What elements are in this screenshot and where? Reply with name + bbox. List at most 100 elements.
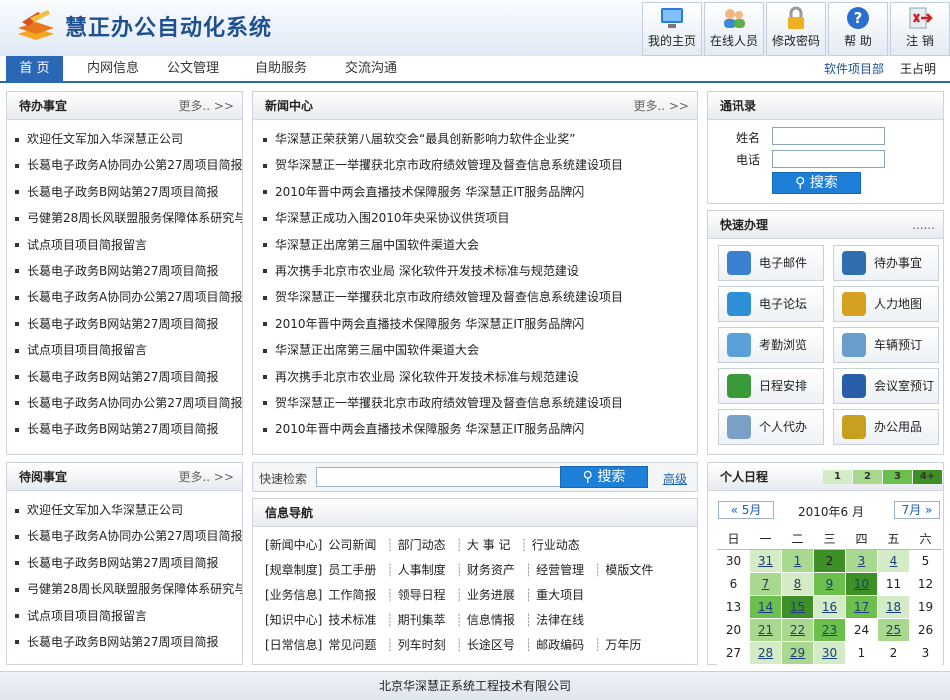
infonav-link[interactable]: 业务进展: [467, 583, 515, 608]
infonav-link[interactable]: 信息情报: [467, 608, 515, 633]
name-field[interactable]: [772, 127, 885, 145]
search-input[interactable]: [316, 467, 561, 487]
toolbar-button-3[interactable]: ? 帮 助: [828, 2, 888, 56]
infonav-link[interactable]: 大 事 记: [467, 533, 511, 558]
prev-month-button[interactable]: « 5月: [718, 501, 774, 519]
quick-button-7[interactable]: 会议室预订: [833, 368, 939, 404]
infonav-link[interactable]: 财务资产: [467, 558, 515, 583]
phone-field[interactable]: [772, 150, 885, 168]
list-item[interactable]: 再次携手北京市农业局 深化软件开发技术标准与规范建设: [263, 364, 697, 390]
list-item[interactable]: 欢迎任文军加入华深慧正公司: [15, 126, 242, 152]
list-item[interactable]: 华深慧正出席第三届中国软件渠道大会: [263, 232, 697, 258]
list-item[interactable]: 弓健第28周长风联盟服务保障体系研究与: [15, 576, 242, 602]
list-item[interactable]: 华深慧正荣获第八届软交会“最具创新影响力软件企业奖”: [263, 126, 697, 152]
user-department[interactable]: 软件项目部: [824, 60, 884, 77]
nav-tab-2[interactable]: 公文管理: [155, 56, 231, 81]
infonav-link[interactable]: 部门动态: [398, 533, 446, 558]
list-item[interactable]: 长葛电子政务B网站第27周项目简报: [15, 258, 242, 284]
infonav-link[interactable]: 技术标准: [328, 608, 376, 633]
calendar-day[interactable]: 23: [813, 618, 846, 642]
list-item[interactable]: 长葛电子政务A协同办公第27周项目简报: [15, 152, 242, 178]
infonav-link[interactable]: 列车时刻: [398, 633, 446, 658]
quick-button-4[interactable]: 考勤浏览: [718, 327, 824, 363]
infonav-link[interactable]: 人事制度: [398, 558, 446, 583]
list-item[interactable]: 长葛电子政务A协同办公第27周项目简报: [15, 390, 242, 416]
quick-button-3[interactable]: 人力地图: [833, 286, 939, 322]
infonav-link[interactable]: 常见问题: [328, 633, 376, 658]
quick-button-1[interactable]: 待办事宜: [833, 245, 939, 281]
calendar-day[interactable]: 4: [877, 549, 910, 573]
list-item[interactable]: 贺华深慧正一举攫获北京市政府绩效管理及督查信息系统建设项目: [263, 152, 697, 178]
calendar-day[interactable]: 22: [781, 618, 814, 642]
calendar-day[interactable]: 1: [781, 549, 814, 573]
todo-more-link[interactable]: 更多.. >>: [178, 92, 234, 120]
nav-tab-3[interactable]: 自助服务: [243, 56, 319, 81]
calendar-day[interactable]: 18: [877, 595, 910, 619]
toolbar-button-4[interactable]: 注 销: [890, 2, 950, 56]
calendar-day[interactable]: 28: [749, 641, 782, 665]
list-item[interactable]: 欢迎任文军加入华深慧正公司: [15, 497, 242, 523]
calendar-day[interactable]: 9: [813, 572, 846, 596]
infonav-link[interactable]: 工作简报: [328, 583, 376, 608]
calendar-day[interactable]: 15: [781, 595, 814, 619]
calendar-day[interactable]: 8: [781, 572, 814, 596]
quick-button-9[interactable]: 办公用品: [833, 409, 939, 445]
infonav-link[interactable]: 模版文件: [605, 558, 653, 583]
list-item[interactable]: 长葛电子政务B网站第27周项目简报: [15, 179, 242, 205]
infonav-link[interactable]: 重大项目: [536, 583, 584, 608]
list-item[interactable]: 弓健第28周长风联盟服务保障体系研究与: [15, 205, 242, 231]
list-item[interactable]: 试点项目项目简报留言: [15, 337, 242, 363]
list-item[interactable]: 华深慧正成功入围2010年央采协议供货项目: [263, 205, 697, 231]
list-item[interactable]: 试点项目项目简报留言: [15, 232, 242, 258]
nav-tab-0[interactable]: 首 页: [6, 56, 63, 81]
quick-more-link[interactable]: ......: [912, 211, 935, 239]
list-item[interactable]: 长葛电子政务B网站第27周项目简报: [15, 629, 242, 655]
calendar-day[interactable]: 17: [845, 595, 878, 619]
list-item[interactable]: 华深慧正出席第三届中国软件渠道大会: [263, 337, 697, 363]
list-item[interactable]: 试点项目项目简报留言: [15, 603, 242, 629]
list-item[interactable]: 长葛电子政务A协同办公第27周项目简报: [15, 523, 242, 549]
list-item[interactable]: 长葛电子政务B网站第27周项目简报: [15, 416, 242, 442]
search-button[interactable]: ⚲ 搜索: [560, 466, 648, 488]
infonav-link[interactable]: 行业动态: [532, 533, 580, 558]
quick-button-6[interactable]: 日程安排: [718, 368, 824, 404]
calendar-day[interactable]: 16: [813, 595, 846, 619]
list-item[interactable]: 2010年晋中两会直播技术保障服务 华深慧正IT服务品牌闪: [263, 179, 697, 205]
next-month-button[interactable]: 7月 »: [894, 501, 940, 519]
infonav-link[interactable]: 领导日程: [398, 583, 446, 608]
list-item[interactable]: 再次携手北京市农业局 深化软件开发技术标准与规范建设: [263, 258, 697, 284]
toread-more-link[interactable]: 更多.. >>: [178, 463, 234, 491]
infonav-link[interactable]: 法律在线: [536, 608, 584, 633]
news-more-link[interactable]: 更多.. >>: [633, 92, 689, 120]
contacts-search-button[interactable]: ⚲ 搜索: [772, 172, 861, 194]
quick-button-0[interactable]: 电子邮件: [718, 245, 824, 281]
quick-button-8[interactable]: 个人代办: [718, 409, 824, 445]
infonav-link[interactable]: 长途区号: [467, 633, 515, 658]
list-item[interactable]: 长葛电子政务B网站第27周项目简报: [15, 364, 242, 390]
infonav-link[interactable]: 万年历: [605, 633, 641, 658]
list-item[interactable]: 长葛电子政务A协同办公第27周项目简报: [15, 284, 242, 310]
quick-button-5[interactable]: 车辆预订: [833, 327, 939, 363]
infonav-link[interactable]: 期刊集萃: [398, 608, 446, 633]
calendar-day[interactable]: 21: [749, 618, 782, 642]
list-item[interactable]: 长葛电子政务B网站第27周项目简报: [15, 550, 242, 576]
infonav-link[interactable]: 邮政编码: [536, 633, 584, 658]
calendar-day[interactable]: 14: [749, 595, 782, 619]
list-item[interactable]: 长葛电子政务B网站第27周项目简报: [15, 311, 242, 337]
calendar-day[interactable]: 3: [845, 549, 878, 573]
quick-button-2[interactable]: 电子论坛: [718, 286, 824, 322]
list-item[interactable]: 2010年晋中两会直播技术保障服务 华深慧正IT服务品牌闪: [263, 311, 697, 337]
calendar-day[interactable]: 30: [813, 641, 846, 665]
calendar-day[interactable]: 7: [749, 572, 782, 596]
calendar-day[interactable]: 25: [877, 618, 910, 642]
calendar-day[interactable]: 10: [845, 572, 878, 596]
nav-tab-1[interactable]: 内网信息: [75, 56, 151, 81]
toolbar-button-0[interactable]: 我的主页: [642, 2, 702, 56]
list-item[interactable]: 2010年晋中两会直播技术保障服务 华深慧正IT服务品牌闪: [263, 416, 697, 442]
infonav-link[interactable]: 公司新闻: [328, 533, 376, 558]
list-item[interactable]: 贺华深慧正一举攫获北京市政府绩效管理及督查信息系统建设项目: [263, 390, 697, 416]
list-item[interactable]: 贺华深慧正一举攫获北京市政府绩效管理及督查信息系统建设项目: [263, 284, 697, 310]
calendar-day[interactable]: 29: [781, 641, 814, 665]
calendar-day[interactable]: 31: [749, 549, 782, 573]
nav-tab-4[interactable]: 交流沟通: [333, 56, 409, 81]
